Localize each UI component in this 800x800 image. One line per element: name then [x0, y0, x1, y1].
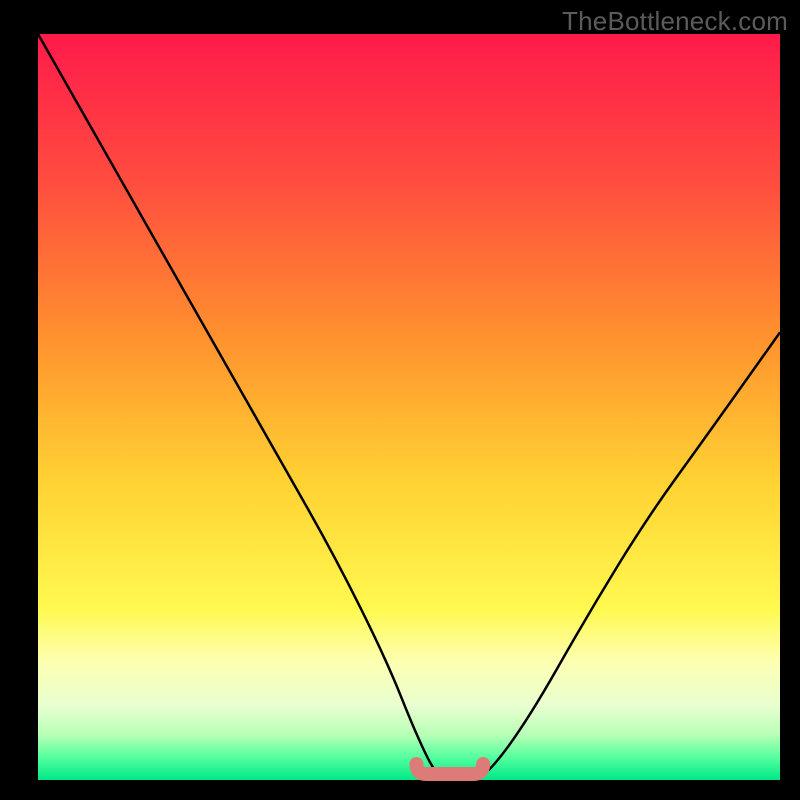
- bottleneck-chart: [0, 0, 800, 800]
- chart-frame: TheBottleneck.com: [0, 0, 800, 800]
- plot-background: [38, 34, 780, 780]
- watermark-text: TheBottleneck.com: [562, 6, 788, 37]
